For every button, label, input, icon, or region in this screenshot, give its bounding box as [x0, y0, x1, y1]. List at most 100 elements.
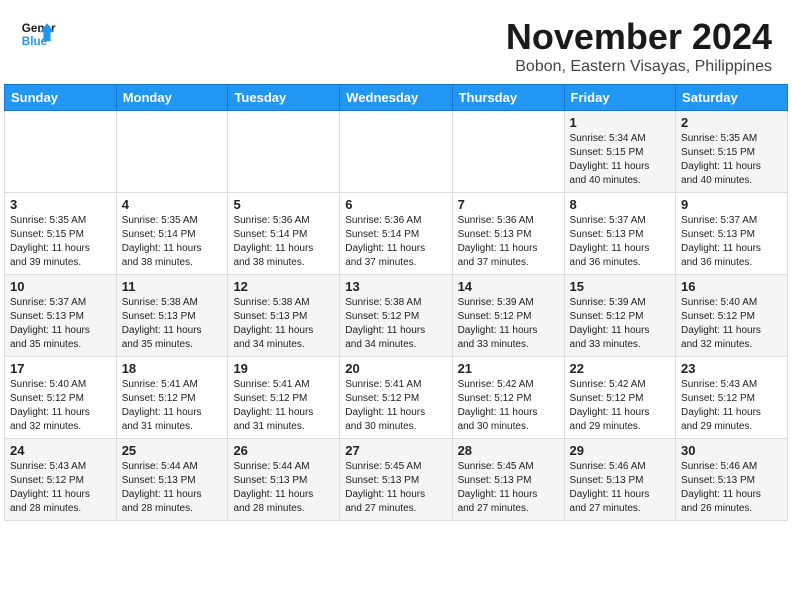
day-number: 24 — [10, 443, 111, 458]
calendar-cell: 17Sunrise: 5:40 AM Sunset: 5:12 PM Dayli… — [5, 357, 117, 439]
day-content: Sunrise: 5:41 AM Sunset: 5:12 PM Dayligh… — [122, 378, 223, 434]
day-number: 6 — [345, 197, 446, 212]
calendar-cell: 22 Sunrise: 5:42 AM Sunset: 5:12 PM Dayli… — [564, 357, 676, 439]
calendar-cell: 4Sunrise: 5:35 AM Sunset: 5:14 PM Daylig… — [116, 193, 228, 275]
day-number: 21 — [458, 361, 559, 376]
day-content: Sunrise: 5:39 AM Sunset: 5:12 PM Dayligh… — [458, 296, 559, 352]
weekday-header-wednesday: Wednesday — [340, 85, 452, 111]
day-content: Sunrise: 5:35 AM Sunset: 5:15 PM Dayligh… — [10, 214, 111, 270]
day-number: 23 — [681, 361, 782, 376]
day-content: Sunrise: 5:41 AM Sunset: 5:12 PM Dayligh… — [345, 378, 446, 434]
calendar-cell: 16Sunrise: 5:40 AM Sunset: 5:12 PM Dayli… — [676, 275, 788, 357]
day-content: Sunrise: 5:38 AM Sunset: 5:12 PM Dayligh… — [345, 296, 446, 352]
calendar-cell: 14Sunrise: 5:39 AM Sunset: 5:12 PM Dayli… — [452, 275, 564, 357]
calendar-cell — [5, 111, 117, 193]
weekday-header-row: SundayMondayTuesdayWednesdayThursdayFrid… — [5, 85, 788, 111]
day-content: Sunrise: 5:46 AM Sunset: 5:13 PM Dayligh… — [570, 460, 671, 516]
day-number: 9 — [681, 197, 782, 212]
weekday-header-thursday: Thursday — [452, 85, 564, 111]
calendar-cell: 7Sunrise: 5:36 AM Sunset: 5:13 PM Daylig… — [452, 193, 564, 275]
day-number: 16 — [681, 279, 782, 294]
calendar-week-row: 17Sunrise: 5:40 AM Sunset: 5:12 PM Dayli… — [5, 357, 788, 439]
weekday-header-sunday: Sunday — [5, 85, 117, 111]
day-content: Sunrise: 5:36 AM Sunset: 5:14 PM Dayligh… — [233, 214, 334, 270]
calendar-cell: 24Sunrise: 5:43 AM Sunset: 5:12 PM Dayli… — [5, 439, 117, 521]
day-content: Sunrise: 5:43 AM Sunset: 5:12 PM Dayligh… — [681, 378, 782, 434]
calendar-week-row: 10 Sunrise: 5:37 AM Sunset: 5:13 PM Dayli… — [5, 275, 788, 357]
day-number: 7 — [458, 197, 559, 212]
day-number: 15 — [570, 279, 671, 294]
calendar-week-row: 3 Sunrise: 5:35 AM Sunset: 5:15 PM Daylig… — [5, 193, 788, 275]
calendar-cell: 27Sunrise: 5:45 AM Sunset: 5:13 PM Dayli… — [340, 439, 452, 521]
calendar-cell — [228, 111, 340, 193]
calendar-cell: 21 Sunrise: 5:42 AM Sunset: 5:12 PM Dayli… — [452, 357, 564, 439]
day-content: Sunrise: 5:46 AM Sunset: 5:13 PM Dayligh… — [681, 460, 782, 516]
weekday-header-tuesday: Tuesday — [228, 85, 340, 111]
day-number: 10 — [10, 279, 111, 294]
calendar-cell — [116, 111, 228, 193]
day-number: 22 — [570, 361, 671, 376]
calendar-cell: 2 Sunrise: 5:35 AM Sunset: 5:15 PM Daylig… — [676, 111, 788, 193]
calendar-cell: 12 Sunrise: 5:38 AM Sunset: 5:13 PM Dayli… — [228, 275, 340, 357]
calendar-cell — [340, 111, 452, 193]
calendar-wrapper: SundayMondayTuesdayWednesdayThursdayFrid… — [0, 84, 792, 525]
day-number: 20 — [345, 361, 446, 376]
day-content: Sunrise: 5:38 AM Sunset: 5:13 PM Dayligh… — [122, 296, 223, 352]
calendar-cell — [452, 111, 564, 193]
page-header: General Blue November 2024 Bobon, Easter… — [0, 0, 792, 84]
day-number: 5 — [233, 197, 334, 212]
day-number: 13 — [345, 279, 446, 294]
calendar-cell: 29 Sunrise: 5:46 AM Sunset: 5:13 PM Dayli… — [564, 439, 676, 521]
day-content: Sunrise: 5:44 AM Sunset: 5:13 PM Dayligh… — [233, 460, 334, 516]
calendar-cell: 8 Sunrise: 5:37 AM Sunset: 5:13 PM Daylig… — [564, 193, 676, 275]
calendar-cell: 26 Sunrise: 5:44 AM Sunset: 5:13 PM Dayli… — [228, 439, 340, 521]
weekday-header-monday: Monday — [116, 85, 228, 111]
calendar-cell: 11 Sunrise: 5:38 AM Sunset: 5:13 PM Dayli… — [116, 275, 228, 357]
calendar-cell: 15Sunrise: 5:39 AM Sunset: 5:12 PM Dayli… — [564, 275, 676, 357]
day-number: 2 — [681, 115, 782, 130]
day-number: 28 — [458, 443, 559, 458]
day-number: 12 — [233, 279, 334, 294]
day-content: Sunrise: 5:36 AM Sunset: 5:14 PM Dayligh… — [345, 214, 446, 270]
location-subtitle: Bobon, Eastern Visayas, Philippines — [506, 58, 772, 76]
day-number: 11 — [122, 279, 223, 294]
day-content: Sunrise: 5:37 AM Sunset: 5:13 PM Dayligh… — [10, 296, 111, 352]
day-content: Sunrise: 5:38 AM Sunset: 5:13 PM Dayligh… — [233, 296, 334, 352]
weekday-header-saturday: Saturday — [676, 85, 788, 111]
calendar-cell: 6 Sunrise: 5:36 AM Sunset: 5:14 PM Daylig… — [340, 193, 452, 275]
calendar-cell: 25 Sunrise: 5:44 AM Sunset: 5:13 PM Dayli… — [116, 439, 228, 521]
calendar-table: SundayMondayTuesdayWednesdayThursdayFrid… — [4, 84, 788, 521]
calendar-cell: 1 Sunrise: 5:34 AM Sunset: 5:15 PM Daylig… — [564, 111, 676, 193]
day-content: Sunrise: 5:40 AM Sunset: 5:12 PM Dayligh… — [10, 378, 111, 434]
calendar-cell: 19Sunrise: 5:41 AM Sunset: 5:12 PM Dayli… — [228, 357, 340, 439]
day-number: 3 — [10, 197, 111, 212]
calendar-week-row: 24Sunrise: 5:43 AM Sunset: 5:12 PM Dayli… — [5, 439, 788, 521]
day-content: Sunrise: 5:34 AM Sunset: 5:15 PM Dayligh… — [570, 132, 671, 188]
calendar-cell: 18 Sunrise: 5:41 AM Sunset: 5:12 PM Dayli… — [116, 357, 228, 439]
day-number: 25 — [122, 443, 223, 458]
month-title: November 2024 — [506, 16, 772, 58]
calendar-cell: 3 Sunrise: 5:35 AM Sunset: 5:15 PM Daylig… — [5, 193, 117, 275]
calendar-cell: 10 Sunrise: 5:37 AM Sunset: 5:13 PM Dayli… — [5, 275, 117, 357]
day-content: Sunrise: 5:35 AM Sunset: 5:14 PM Dayligh… — [122, 214, 223, 270]
day-number: 29 — [570, 443, 671, 458]
day-content: Sunrise: 5:41 AM Sunset: 5:12 PM Dayligh… — [233, 378, 334, 434]
day-number: 18 — [122, 361, 223, 376]
day-content: Sunrise: 5:42 AM Sunset: 5:12 PM Dayligh… — [458, 378, 559, 434]
logo-icon: General Blue — [20, 16, 56, 52]
day-number: 8 — [570, 197, 671, 212]
day-content: Sunrise: 5:35 AM Sunset: 5:15 PM Dayligh… — [681, 132, 782, 188]
day-content: Sunrise: 5:44 AM Sunset: 5:13 PM Dayligh… — [122, 460, 223, 516]
calendar-cell: 28Sunrise: 5:45 AM Sunset: 5:13 PM Dayli… — [452, 439, 564, 521]
calendar-cell: 5 Sunrise: 5:36 AM Sunset: 5:14 PM Daylig… — [228, 193, 340, 275]
calendar-cell: 13 Sunrise: 5:38 AM Sunset: 5:12 PM Dayli… — [340, 275, 452, 357]
calendar-cell: 20 Sunrise: 5:41 AM Sunset: 5:12 PM Dayli… — [340, 357, 452, 439]
calendar-cell: 30Sunrise: 5:46 AM Sunset: 5:13 PM Dayli… — [676, 439, 788, 521]
day-number: 1 — [570, 115, 671, 130]
day-content: Sunrise: 5:42 AM Sunset: 5:12 PM Dayligh… — [570, 378, 671, 434]
calendar-week-row: 1 Sunrise: 5:34 AM Sunset: 5:15 PM Daylig… — [5, 111, 788, 193]
day-content: Sunrise: 5:37 AM Sunset: 5:13 PM Dayligh… — [570, 214, 671, 270]
logo: General Blue — [20, 16, 56, 52]
day-number: 26 — [233, 443, 334, 458]
day-content: Sunrise: 5:37 AM Sunset: 5:13 PM Dayligh… — [681, 214, 782, 270]
